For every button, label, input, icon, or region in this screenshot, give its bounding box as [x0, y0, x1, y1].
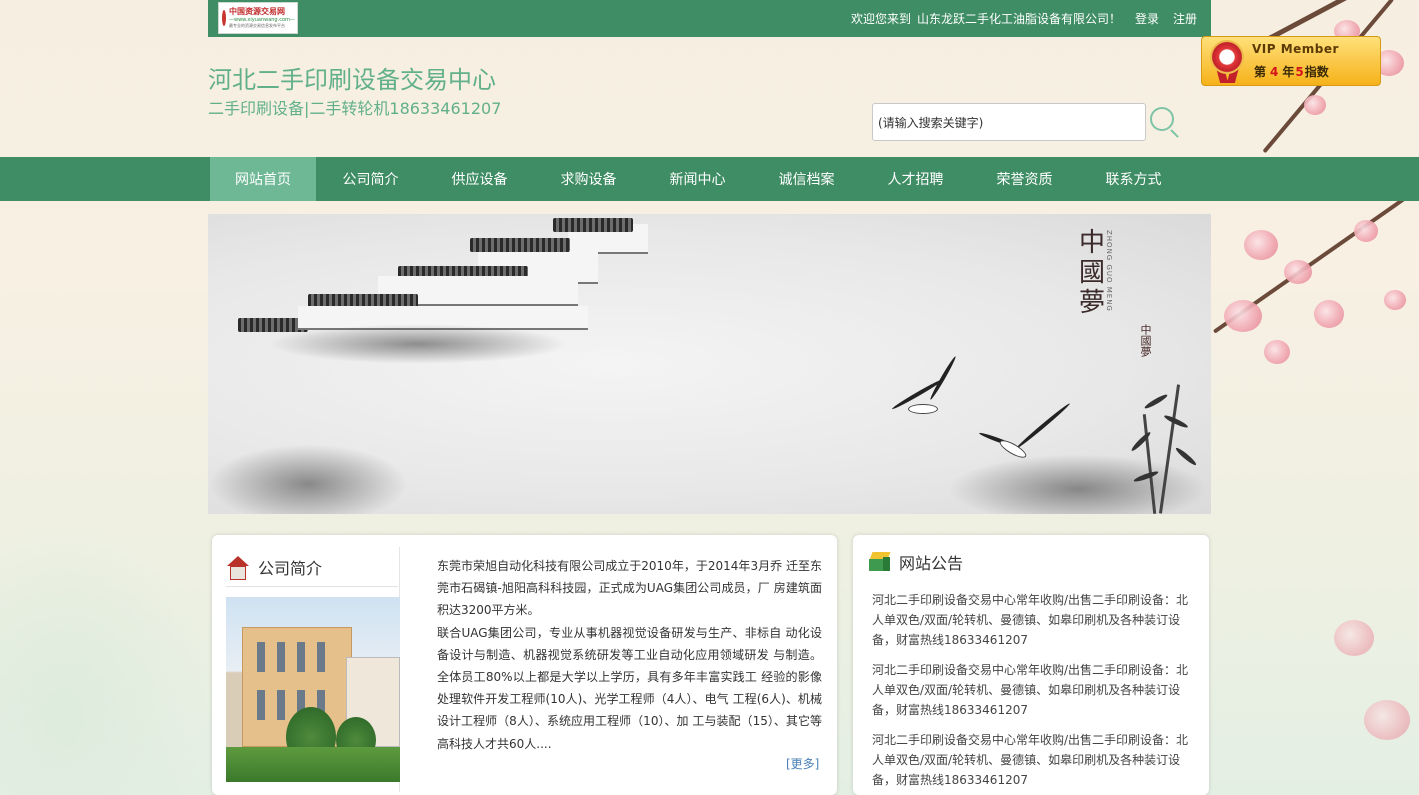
vip-years-index: 第 4 年5指数 — [1254, 65, 1329, 79]
logo-slogan: 最专业的资源交易信息发布平台 — [229, 23, 285, 28]
background-haze — [0, 520, 215, 795]
welcome-text: 欢迎您来到 — [850, 12, 911, 26]
nav-item-credit[interactable]: 诚信档案 — [752, 157, 861, 201]
nav-item-supply[interactable]: 供应设备 — [425, 157, 534, 201]
logo-text: 中国资源交易网 — [229, 7, 285, 16]
company-intro-title: 公司简介 — [258, 558, 323, 578]
box-icon — [869, 551, 891, 573]
site-logo[interactable]: 中国资源交易网 —www.xiyuanwang.com— 最专业的资源交易信息发… — [218, 2, 298, 34]
notice-title: 网站公告 — [899, 554, 964, 573]
site-title: 河北二手印刷设备交易中心 — [208, 66, 496, 94]
search-icon — [1150, 107, 1174, 131]
top-bar: 中国资源交易网 —www.xiyuanwang.com— 最专业的资源交易信息发… — [208, 0, 1211, 37]
logo-seal-icon — [222, 10, 226, 26]
search-button[interactable] — [1146, 104, 1182, 140]
company-intro-text: 东莞市荣旭自动化科技有限公司成立于2010年，于2014年3月乔 迁至东莞市石碣… — [437, 555, 822, 755]
medal-icon — [1210, 40, 1244, 74]
nav-item-home[interactable]: 网站首页 — [210, 157, 316, 201]
hero-banner: 中 國 夢 ZHONG GUO MENG 中國夢 — [208, 214, 1211, 514]
nav-item-jobs[interactable]: 人才招聘 — [861, 157, 970, 201]
notice-item[interactable]: 河北二手印刷设备交易中心常年收购/出售二手印刷设备：北人单双色/双面/轮转机、曼… — [872, 730, 1190, 790]
calligraphy-seal: 中國夢 — [1139, 324, 1152, 357]
company-photo — [226, 597, 400, 782]
house-icon — [226, 552, 250, 582]
more-link[interactable]: [更多] — [786, 755, 819, 772]
company-name[interactable]: 山东龙跃二手化工油脂设备有限公司！ — [917, 10, 1121, 27]
notice-item[interactable]: 河北二手印刷设备交易中心常年收购/出售二手印刷设备：北人单双色/双面/轮转机、曼… — [872, 660, 1190, 720]
calligraphy-pinyin: ZHONG GUO MENG — [1105, 230, 1113, 312]
company-intro-panel: 公司简介 东莞市荣旭自动化科技有限公司成立于2010年，于2014年3月乔 迁至… — [212, 535, 837, 795]
intro-paragraph: 东莞市荣旭自动化科技有限公司成立于2010年，于2014年3月乔 迁至东莞市石碣… — [437, 559, 822, 618]
site-subtitle: 二手印刷设备|二手转轮机18633461207 — [208, 99, 502, 118]
search-input[interactable] — [872, 103, 1146, 141]
register-link[interactable]: 注册 — [1173, 10, 1197, 27]
nav-item-honors[interactable]: 荣誉资质 — [970, 157, 1079, 201]
intro-paragraph: 联合UAG集团公司，专业从事机器视觉设备研发与生产、非标自 动化设备设计与制造、… — [437, 625, 822, 751]
notice-list: 河北二手印刷设备交易中心常年收购/出售二手印刷设备：北人单双色/双面/轮转机、曼… — [872, 590, 1190, 795]
plum-blossom-decoration — [1204, 0, 1419, 795]
notice-item[interactable]: 河北二手印刷设备交易中心常年收购/出售二手印刷设备：北人单双色/双面/轮转机、曼… — [872, 590, 1190, 650]
login-link[interactable]: 登录 — [1135, 10, 1159, 27]
main-nav: 网站首页 公司简介 供应设备 求购设备 新闻中心 诚信档案 人才招聘 荣誉资质 … — [0, 157, 1419, 201]
nav-item-purchase[interactable]: 求购设备 — [534, 157, 643, 201]
welcome-area: 欢迎您来到 山东龙跃二手化工油脂设备有限公司！ 登录 注册 — [851, 0, 1197, 37]
nav-item-news[interactable]: 新闻中心 — [643, 157, 752, 201]
nav-item-contact[interactable]: 联系方式 — [1079, 157, 1188, 201]
vip-title: VIP Member — [1252, 42, 1339, 56]
nav-item-about[interactable]: 公司简介 — [316, 157, 425, 201]
vip-member-badge: VIP Member 第 4 年5指数 — [1201, 36, 1381, 86]
site-notice-panel: 网站公告 河北二手印刷设备交易中心常年收购/出售二手印刷设备：北人单双色/双面/… — [853, 535, 1209, 795]
